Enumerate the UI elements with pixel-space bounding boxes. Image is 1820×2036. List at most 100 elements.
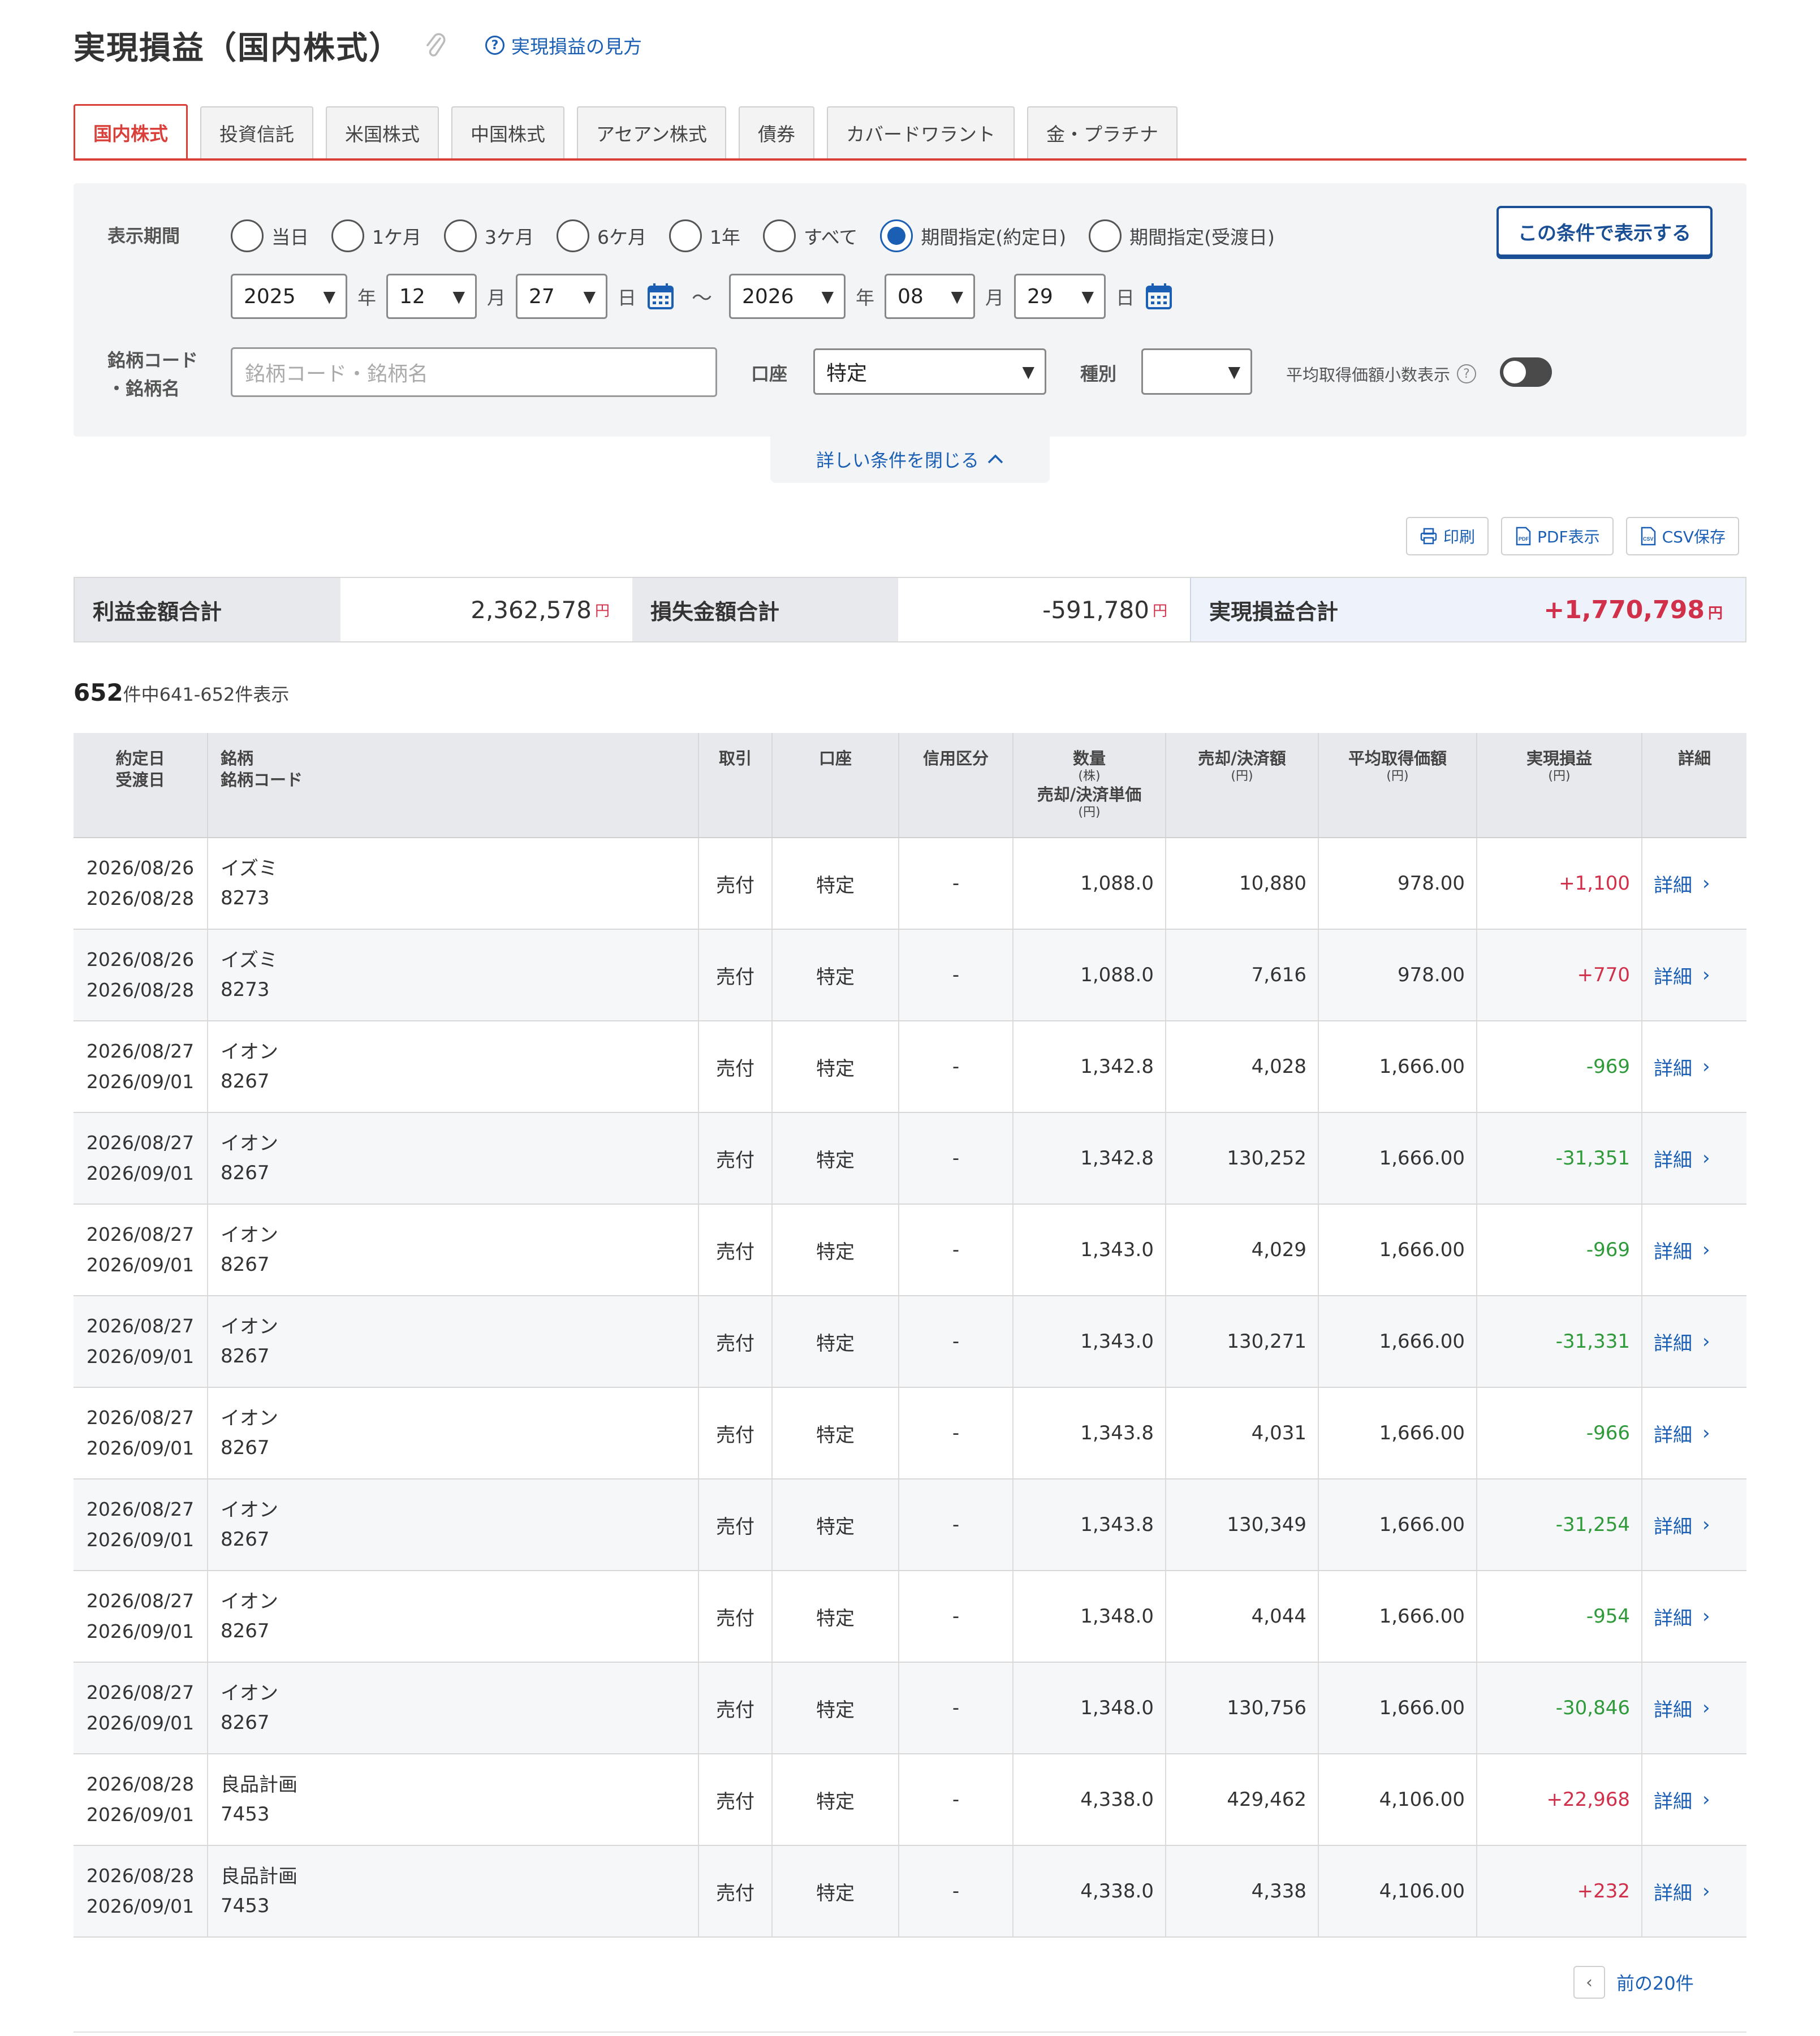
detail-link[interactable]: 詳細 ›: [1642, 1479, 1746, 1570]
period-radio-trade-date[interactable]: 期間指定(約定日): [880, 219, 1066, 252]
detail-label: 詳細: [1654, 965, 1692, 989]
close-details-link[interactable]: 詳しい条件を閉じる: [770, 435, 1050, 483]
calendar-icon[interactable]: [646, 282, 675, 310]
period-radio-1year[interactable]: 1年: [669, 219, 740, 252]
cell-trade-date: 2026/08/28: [86, 1865, 195, 1887]
detail-link[interactable]: 詳細 ›: [1642, 1205, 1746, 1295]
tab-gold-platinum[interactable]: 金・プラチナ: [1027, 106, 1178, 158]
cell-amount: 4,031: [1166, 1388, 1319, 1478]
detail-label: 詳細: [1654, 1240, 1692, 1263]
detail-link[interactable]: 詳細 ›: [1642, 1296, 1746, 1387]
decimal-display-toggle[interactable]: [1500, 357, 1552, 387]
detail-label: 詳細: [1654, 1790, 1692, 1813]
cell-trade-date: 2026/08/26: [86, 948, 195, 970]
unit-month: 月: [487, 287, 506, 309]
print-button[interactable]: 印刷: [1406, 517, 1489, 555]
tab-china-stock[interactable]: 中国株式: [451, 106, 564, 158]
from-year-select[interactable]: 2025 ▼: [231, 274, 347, 319]
account-label: 口座: [751, 363, 788, 385]
period-radio-3month[interactable]: 3ケ月: [444, 219, 534, 252]
detail-label: 詳細: [1654, 1882, 1692, 1905]
from-day-select[interactable]: 27 ▼: [516, 274, 607, 319]
period-radio-all[interactable]: すべて: [763, 219, 857, 252]
chevron-right-icon: ›: [1702, 1239, 1710, 1261]
detail-link[interactable]: 詳細 ›: [1642, 1846, 1746, 1936]
chevron-left-icon[interactable]: ‹: [1573, 1966, 1605, 1999]
col-security-name: 銘柄: [221, 749, 254, 768]
to-day-select[interactable]: 29 ▼: [1014, 274, 1106, 319]
csv-label: CSV保存: [1662, 528, 1726, 546]
kind-select[interactable]: ▼: [1141, 348, 1252, 395]
col-avg-unit: (円): [1386, 769, 1409, 783]
to-month-select[interactable]: 08 ▼: [885, 274, 976, 319]
cell-amount: 130,252: [1166, 1113, 1319, 1204]
detail-link[interactable]: 詳細 ›: [1642, 1663, 1746, 1753]
tab-covered-warrant[interactable]: カバードワラント: [827, 106, 1015, 158]
tab-domestic-stock[interactable]: 国内株式: [74, 104, 188, 158]
period-radio-today[interactable]: 当日: [231, 219, 309, 252]
cell-amount: 10,880: [1166, 838, 1319, 929]
period-radio-1month[interactable]: 1ケ月: [331, 219, 421, 252]
prev-page-link[interactable]: 前の20件: [1616, 1969, 1694, 1995]
dropdown-arrow-icon: ▼: [821, 287, 834, 306]
cell-security-code: 8273: [221, 887, 270, 909]
col-dates: 約定日 受渡日: [74, 733, 208, 837]
date-range: 2025 ▼ 年 12 ▼ 月 27 ▼ 日 ～ 2026 ▼ 年 08 ▼ 月 29 ▼ …: [231, 274, 1184, 319]
detail-link[interactable]: 詳細 ›: [1642, 1754, 1746, 1845]
radio-circle-icon: [231, 219, 264, 252]
tab-bonds[interactable]: 債券: [739, 106, 815, 158]
cell-trade: 売付: [699, 1479, 773, 1570]
account-select[interactable]: 特定 ▼: [813, 348, 1046, 395]
help-link[interactable]: ? 実現損益の見方: [485, 32, 642, 59]
pdf-button[interactable]: PDF PDF表示: [1501, 517, 1614, 555]
table-row: 2026/08/27 2026/09/01 イオン 8267 売付 特定 -1,348.0 1…: [74, 1663, 1746, 1754]
cell-amount: 4,029: [1166, 1205, 1319, 1295]
select-value: 特定: [826, 362, 868, 385]
tab-investment-trust[interactable]: 投資信託: [200, 106, 313, 158]
table-header: 約定日 受渡日 銘柄 銘柄コード 取引 口座 信用区分 数量 (株) 売却/決済単価…: [74, 733, 1746, 838]
realized-pl-table: 約定日 受渡日 銘柄 銘柄コード 取引 口座 信用区分 数量 (株) 売却/決済単価…: [74, 733, 1746, 1938]
cell-trade-date: 2026/08/27: [86, 1498, 195, 1520]
loss-total-amount: -591,780: [1042, 596, 1149, 624]
radio-circle-icon: [1089, 219, 1122, 252]
col-amount-unit: (円): [1231, 769, 1253, 783]
cell-amount: 4,044: [1166, 1571, 1319, 1662]
period-radio-6month[interactable]: 6ケ月: [557, 219, 646, 252]
cell-avg-cost: 1,666.00: [1319, 1388, 1477, 1478]
code-label-line-1: 銘柄コード: [107, 350, 199, 371]
detail-link[interactable]: 詳細 ›: [1642, 1571, 1746, 1662]
cell-dates: 2026/08/27 2026/09/01: [74, 1571, 208, 1662]
detail-link[interactable]: 詳細 ›: [1642, 1113, 1746, 1204]
svg-text:PDF: PDF: [1519, 536, 1529, 542]
detail-link[interactable]: 詳細 ›: [1642, 1021, 1746, 1112]
cell-dates: 2026/08/27 2026/09/01: [74, 1021, 208, 1112]
tab-us-stock[interactable]: 米国株式: [326, 106, 439, 158]
cell-account: 特定: [773, 838, 899, 929]
paperclip-icon[interactable]: [424, 29, 451, 61]
calendar-icon[interactable]: [1145, 282, 1173, 310]
show-button[interactable]: この条件で表示する: [1496, 206, 1713, 257]
cell-security-code: 7453: [221, 1895, 270, 1917]
close-details-label: 詳しい条件を閉じる: [816, 450, 979, 471]
tab-asean-stock[interactable]: アセアン株式: [577, 106, 727, 158]
csv-button[interactable]: CSV CSV保存: [1625, 517, 1740, 555]
code-search-input[interactable]: 銘柄コード・銘柄名: [231, 347, 717, 397]
cell-realized-pl: -966: [1477, 1388, 1642, 1478]
col-avg-label: 平均取得価額: [1348, 749, 1447, 768]
from-month-select[interactable]: 12 ▼: [386, 274, 477, 319]
result-count: 652件中641-652件表示: [74, 679, 289, 706]
cell-avg-cost: 1,666.00: [1319, 1296, 1477, 1387]
cell-settle-date: 2026/09/01: [86, 1437, 195, 1459]
detail-link[interactable]: 詳細 ›: [1642, 1388, 1746, 1478]
to-year-select[interactable]: 2026 ▼: [729, 274, 846, 319]
detail-link[interactable]: 詳細 ›: [1642, 930, 1746, 1020]
question-circle-icon: ?: [485, 36, 504, 55]
period-radio-settle-date[interactable]: 期間指定(受渡日): [1089, 219, 1275, 252]
detail-link[interactable]: 詳細 ›: [1642, 838, 1746, 929]
cell-realized-pl: +1,100: [1477, 838, 1642, 929]
cell-margin: -: [899, 1846, 1013, 1936]
realized-total-label: 実現損益合計: [1209, 599, 1339, 624]
cell-price: 4,338.0: [1013, 1754, 1166, 1845]
question-circle-icon[interactable]: ?: [1457, 364, 1477, 383]
table-row: 2026/08/27 2026/09/01 イオン 8267 売付 特定 -1,348.0 4…: [74, 1571, 1746, 1663]
